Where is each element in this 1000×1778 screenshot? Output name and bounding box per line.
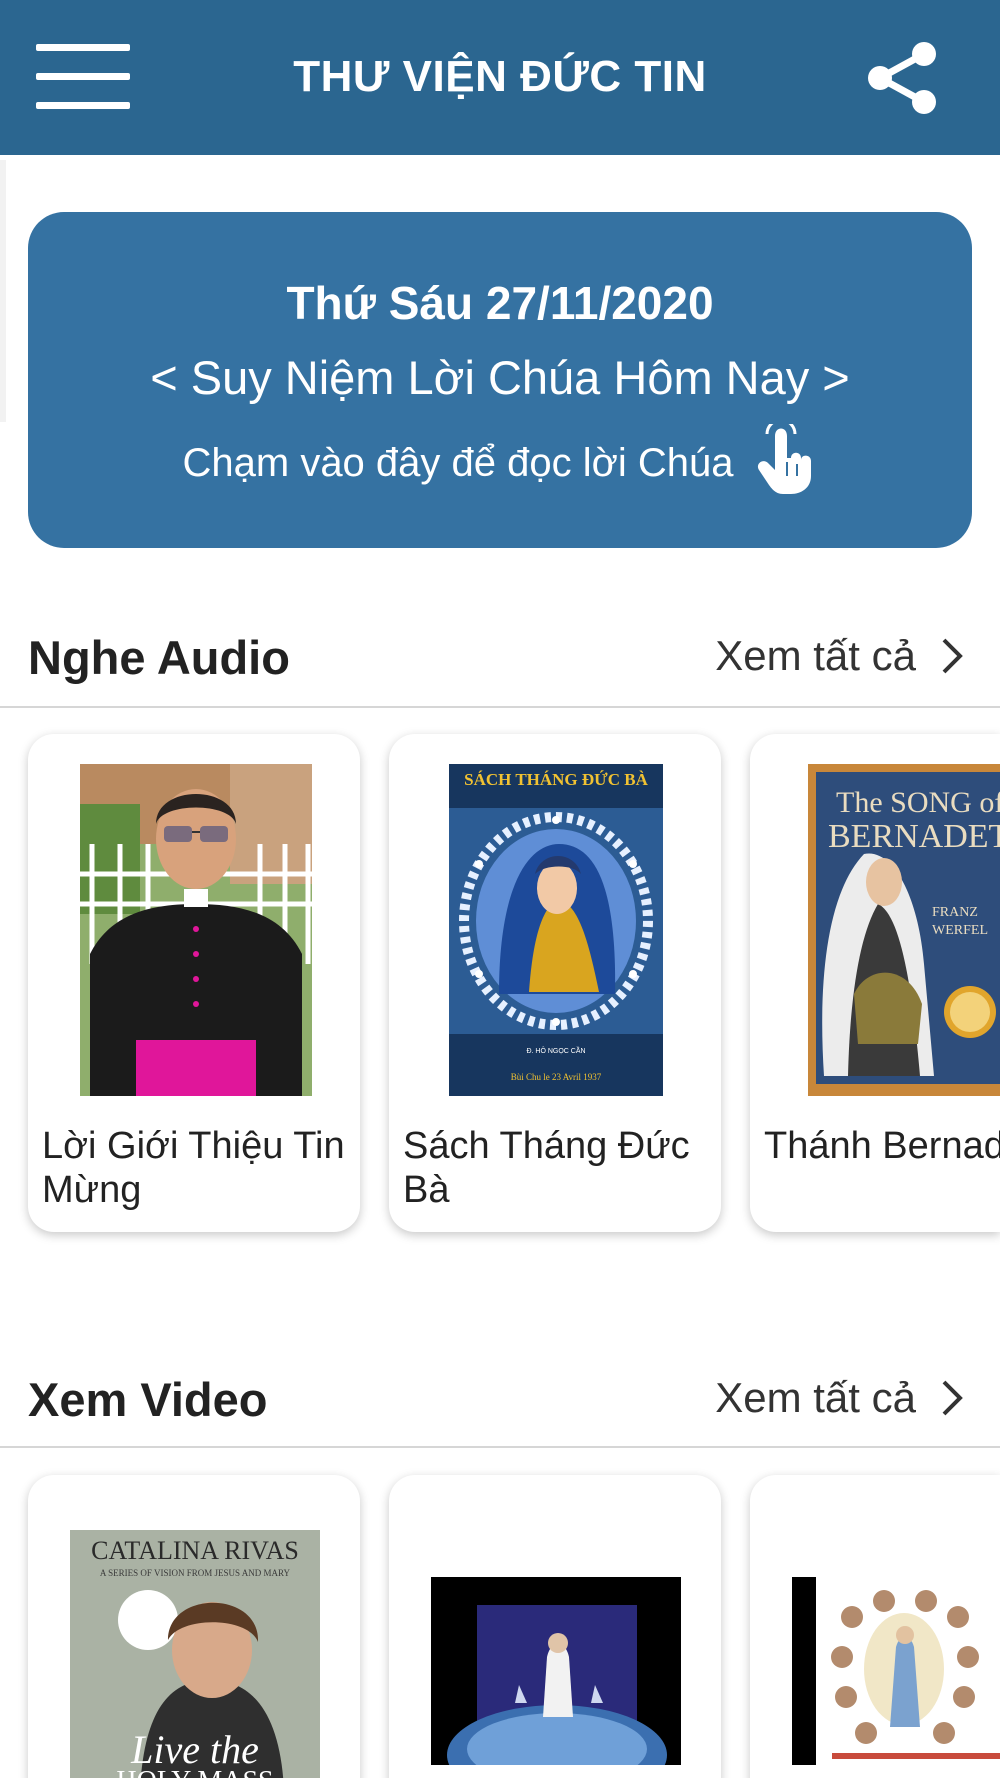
video-section-header: Xem Video Xem tất cả xyxy=(0,1372,1000,1442)
book-cover: SÁCH THÁNG ĐỨC BÀ Đ. HÔ NGỌC CẦN Bùi Chu… xyxy=(449,764,663,1096)
video-cover: CATALINA RIVAS A SERIES OF VISION FROM J… xyxy=(70,1530,320,1778)
video-see-all-button[interactable]: Xem tất cả xyxy=(715,1374,966,1422)
video-card[interactable]: CATALINA RIVAS A SERIES OF VISION FROM J… xyxy=(28,1475,360,1778)
video-section-title: Xem Video xyxy=(28,1373,268,1426)
audio-card[interactable]: Lời Giới Thiệu Tin Mừng xyxy=(28,734,360,1232)
chevron-right-icon xyxy=(942,638,963,674)
priest-photo xyxy=(80,764,312,1096)
video-divider xyxy=(0,1446,1000,1448)
banner-date: Thứ Sáu 27/11/2020 xyxy=(286,277,714,329)
video-still xyxy=(792,1577,1000,1765)
daily-reading-banner[interactable]: Thứ Sáu 27/11/2020 < Suy Niệm Lời Chúa H… xyxy=(28,212,972,548)
audio-see-all-button[interactable]: Xem tất cả xyxy=(715,632,966,680)
video-card[interactable] xyxy=(389,1475,721,1778)
cover-title: CATALINA RIVAS xyxy=(91,1536,299,1565)
card-label: Lời Giới Thiệu Tin Mừng xyxy=(42,1125,345,1211)
app-title: THƯ VIỆN ĐỨC TIN xyxy=(293,52,707,101)
banner-title: < Suy Niệm Lời Chúa Hôm Nay > xyxy=(150,351,850,404)
banner-hint-row: Chạm vào đây để đọc lời Chúa xyxy=(28,424,972,496)
audio-card[interactable]: The SONG of BERNADETTE FRANZ WERFEL Thán… xyxy=(750,734,1000,1232)
video-still xyxy=(431,1577,681,1765)
audio-card[interactable]: SÁCH THÁNG ĐỨC BÀ Đ. HÔ NGỌC CẦN Bùi Chu… xyxy=(389,734,721,1232)
book-cover: The SONG of BERNADETTE FRANZ WERFEL xyxy=(808,764,1000,1096)
share-icon[interactable] xyxy=(862,38,942,118)
audio-section-title: Nghe Audio xyxy=(28,631,290,684)
cover-title: SÁCH THÁNG ĐỨC BÀ xyxy=(464,770,648,789)
see-all-label: Xem tất cả xyxy=(715,1374,916,1421)
card-label: Thánh Bernadette Soubirous xyxy=(764,1125,1000,1167)
audio-section-header: Nghe Audio Xem tất cả xyxy=(0,630,1000,700)
audio-divider xyxy=(0,706,1000,708)
cover-footer: Bùi Chu le 23 Avril 1937 xyxy=(510,1072,602,1082)
cover-author: Đ. HÔ NGỌC CẦN xyxy=(526,1048,586,1055)
drawer-edge xyxy=(0,160,6,422)
hamburger-menu-icon[interactable] xyxy=(36,44,132,114)
app-bar: THƯ VIỆN ĐỨC TIN xyxy=(0,0,1000,155)
tap-hand-icon xyxy=(758,424,812,494)
video-card[interactable] xyxy=(750,1475,1000,1778)
see-all-label: Xem tất cả xyxy=(715,632,916,679)
chevron-right-icon xyxy=(942,1380,963,1416)
cover-bottom-line2: HOLY MASS xyxy=(70,1766,320,1778)
banner-hint: Chạm vào đây để đọc lời Chúa xyxy=(182,440,734,485)
cover-subtitle: A SERIES OF VISION FROM JESUS AND MARY xyxy=(99,1568,291,1578)
card-label: Sách Tháng Đức Bà xyxy=(403,1125,690,1211)
